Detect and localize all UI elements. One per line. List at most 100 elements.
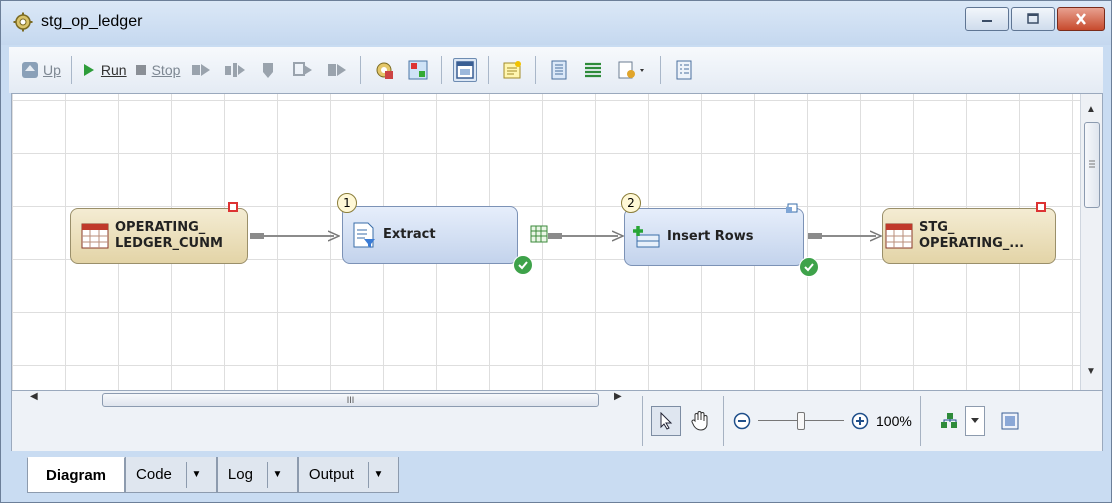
run-icon — [83, 64, 94, 76]
tab-label: Log — [227, 466, 253, 483]
job-editor-window: stg_op_ledger Up Run Stop OPERATING_ LED… — [0, 0, 1112, 503]
run-to-button[interactable] — [257, 58, 281, 82]
scroll-left-icon[interactable]: ◀ — [30, 391, 38, 402]
zoom-slider[interactable] — [758, 411, 844, 431]
stop-label: Stop — [151, 62, 181, 78]
success-check-icon — [799, 257, 819, 277]
extract-label: Extract — [383, 227, 436, 242]
properties-button[interactable] — [372, 58, 396, 82]
arrow-head-icon — [870, 230, 882, 242]
toolbar-separator — [642, 396, 643, 446]
tab-log[interactable]: Log ▼ — [216, 457, 298, 493]
tab-code[interactable]: Code ▼ — [125, 457, 217, 493]
tab-label: Code — [136, 466, 172, 483]
diagram-window-icon — [456, 61, 475, 79]
vertical-scroll-thumb[interactable] — [1084, 122, 1100, 208]
list-lines-icon — [585, 62, 602, 78]
run-button[interactable]: Run — [78, 54, 131, 86]
job-toolbar: Up Run Stop — [9, 47, 1103, 93]
tab-label: Output — [308, 466, 354, 483]
zoom-in-icon[interactable] — [850, 411, 870, 431]
extract-transformation-node[interactable]: Extract 1 — [337, 193, 533, 275]
step-run-button[interactable] — [189, 58, 213, 82]
run-selected-icon — [293, 62, 313, 76]
run-from-button[interactable] — [223, 58, 247, 82]
run-from-icon — [225, 63, 246, 77]
toolbar-separator — [488, 56, 490, 84]
canvas-controls: ◀ III ▶ 100% — [11, 391, 1103, 451]
tab-output[interactable]: Output ▼ — [297, 457, 399, 493]
minimize-icon — [982, 20, 992, 22]
connector-line — [562, 235, 618, 237]
layout-dropdown-button[interactable] — [964, 406, 985, 436]
run-selected-button[interactable] — [291, 58, 315, 82]
diagram-view-toggle[interactable] — [453, 58, 478, 82]
target-table-label: STG_ OPERATING_... — [919, 220, 1025, 251]
toolbar-separator — [70, 56, 72, 84]
note-icon — [503, 61, 522, 79]
insert-rows-icon — [633, 226, 660, 248]
close-button[interactable] — [1057, 7, 1105, 31]
step-number-badge: 2 — [621, 193, 641, 213]
toolbar-separator — [660, 56, 662, 84]
options-dropdown-button[interactable] — [615, 58, 649, 82]
step-number-badge: 1 — [337, 193, 357, 213]
pan-tool-button[interactable] — [685, 406, 715, 436]
chevron-down-icon[interactable]: ▼ — [367, 461, 388, 488]
physical-table-icon — [228, 202, 238, 212]
output-port — [250, 233, 264, 239]
window-controls — [963, 7, 1105, 31]
stop-button[interactable]: Stop — [131, 54, 185, 86]
settings-list-icon — [676, 60, 692, 80]
grip-icon — [1089, 160, 1095, 168]
table-icon — [885, 223, 913, 249]
run-label: Run — [100, 62, 127, 78]
pointer-icon — [660, 412, 673, 430]
restore-icon — [1027, 13, 1039, 24]
stop-icon — [135, 65, 146, 75]
status-button[interactable] — [406, 58, 430, 82]
scroll-right-icon[interactable]: ▶ — [614, 391, 622, 402]
diagram-canvas[interactable]: OPERATING_ LEDGER_CUNM Extract 1 Insert R… — [11, 93, 1103, 391]
target-table-node[interactable]: STG_ OPERATING_... — [882, 202, 1056, 264]
chevron-down-icon[interactable]: ▼ — [185, 461, 206, 488]
tab-diagram[interactable]: Diagram — [27, 457, 126, 493]
source-table-node[interactable]: OPERATING_ LEDGER_CUNM — [70, 202, 248, 264]
select-tool-button[interactable] — [651, 406, 681, 436]
restore-button[interactable] — [1011, 7, 1055, 31]
details-pane-icon — [551, 60, 567, 80]
zoom-slider-knob[interactable] — [797, 412, 805, 430]
details-button[interactable] — [547, 58, 571, 82]
connector-line — [822, 235, 876, 237]
extract-icon — [353, 222, 375, 248]
continue-icon — [328, 64, 347, 76]
continue-button[interactable] — [325, 58, 349, 82]
insert-rows-transformation-node[interactable]: Insert Rows 2 — [621, 193, 819, 277]
success-check-icon — [513, 255, 533, 275]
window-title: stg_op_ledger — [41, 13, 143, 30]
vertical-scrollbar[interactable]: ▲ ▼ — [1080, 94, 1102, 390]
toolbar-separator — [441, 56, 443, 84]
horizontal-scrollbar[interactable]: ◀ III ▶ — [22, 391, 632, 409]
zoom-out-icon[interactable] — [732, 411, 752, 431]
hand-icon — [691, 411, 708, 431]
overview-icon[interactable] — [999, 410, 1021, 432]
mappings-button[interactable] — [581, 58, 605, 82]
chevron-down-icon[interactable]: ▼ — [266, 461, 287, 488]
scroll-down-icon[interactable]: ▼ — [1086, 366, 1096, 377]
job-settings-button[interactable] — [672, 58, 696, 82]
close-icon — [1076, 13, 1086, 25]
canvas-toolbar: 100% — [634, 391, 1021, 451]
add-note-button[interactable] — [500, 58, 524, 82]
up-button[interactable]: Up — [17, 54, 65, 86]
scroll-up-icon[interactable]: ▲ — [1086, 104, 1096, 115]
auto-arrange-icon[interactable] — [939, 410, 961, 432]
connector-line — [264, 235, 334, 237]
table-icon — [81, 223, 109, 249]
toolbar-separator — [360, 56, 362, 84]
up-label: Up — [43, 62, 61, 78]
horizontal-scroll-thumb[interactable]: III — [102, 393, 599, 407]
chevron-down-icon — [970, 418, 979, 423]
minimize-button[interactable] — [965, 7, 1009, 31]
work-table-icon[interactable] — [530, 225, 548, 243]
